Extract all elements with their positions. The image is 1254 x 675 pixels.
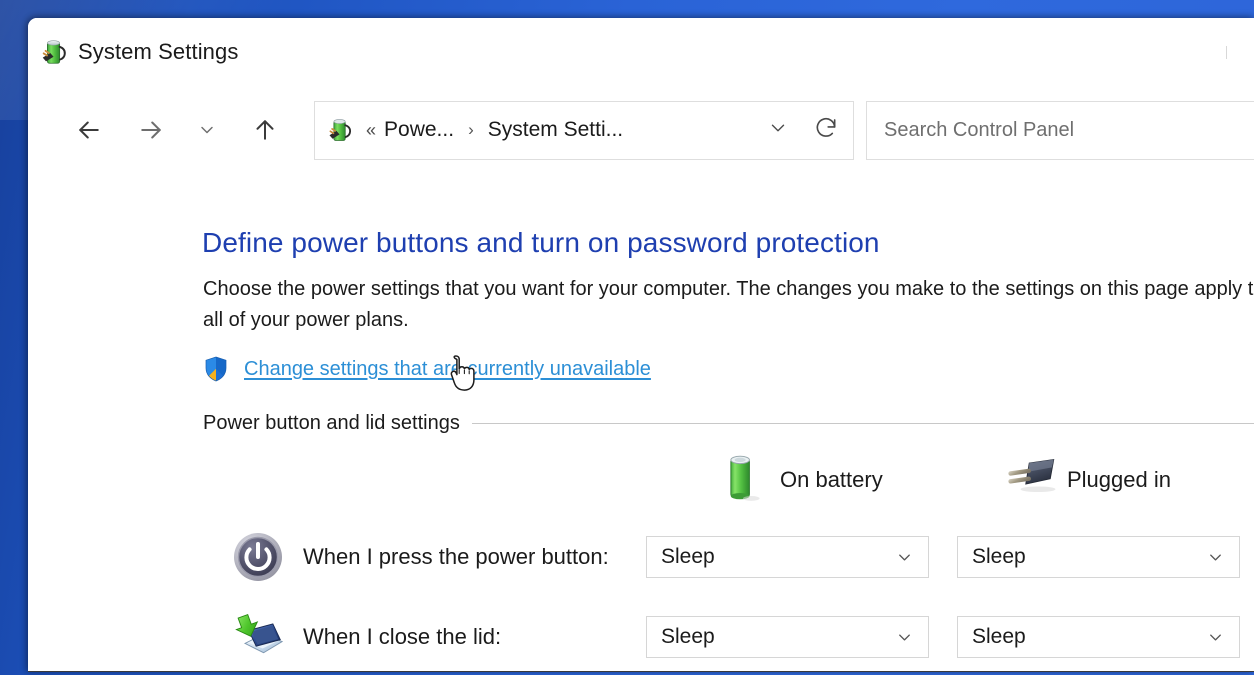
dropdown-value: Sleep (972, 545, 1026, 569)
close-lid-on-battery-dropdown[interactable]: Sleep (646, 616, 929, 658)
uac-shield-icon (203, 356, 229, 382)
dropdown-value: Sleep (661, 625, 715, 649)
dropdown-value: Sleep (972, 625, 1026, 649)
page-description: Choose the power settings that you want … (203, 274, 1254, 336)
chevron-down-icon (895, 548, 914, 567)
battery-plug-icon (39, 37, 69, 67)
setting-row-close-lid: When I close the lid: Sleep Sleep (28, 606, 1254, 668)
power-plug-icon (1003, 452, 1059, 508)
back-button[interactable] (68, 109, 110, 151)
section-label: Power button and lid settings (203, 412, 460, 435)
power-button-icon (232, 531, 284, 583)
battery-icon (716, 452, 772, 508)
search-input[interactable] (882, 118, 1254, 143)
up-button[interactable] (244, 109, 286, 151)
close-lid-plugged-in-dropdown[interactable]: Sleep (957, 616, 1240, 658)
column-label-plugged-in: Plugged in (1067, 467, 1171, 493)
address-bar[interactable]: « Powe... › System Setti... (314, 101, 854, 160)
arrow-left-icon (74, 115, 104, 145)
battery-plug-icon (326, 116, 354, 144)
system-settings-window: System Settings (28, 18, 1254, 672)
setting-label-close-lid: When I close the lid: (303, 624, 501, 650)
section-divider (472, 423, 1254, 424)
column-header-plugged-in: Plugged in (1003, 452, 1171, 508)
breadcrumb-item-system-settings[interactable]: System Setti... (488, 118, 623, 142)
refresh-icon (813, 115, 839, 146)
dropdown-value: Sleep (661, 545, 715, 569)
change-settings-link-row[interactable]: Change settings that are currently unava… (203, 356, 651, 382)
chevron-down-icon (1206, 548, 1225, 567)
recent-locations-button[interactable] (192, 109, 222, 151)
arrow-up-icon (250, 115, 280, 145)
laptop-lid-icon (232, 611, 284, 663)
power-button-lid-section-header: Power button and lid settings (203, 412, 1254, 435)
breadcrumb-overflow-icon[interactable]: « (366, 120, 376, 141)
breadcrumb-separator: › (468, 120, 474, 140)
setting-row-power-button: When I press the power button: Sleep Sle… (28, 526, 1254, 588)
window-controls-edge (1226, 46, 1227, 59)
breadcrumb-item-power[interactable]: Powe... (384, 118, 454, 142)
chevron-down-icon (1206, 628, 1225, 647)
forward-button[interactable] (130, 109, 172, 151)
navigation-bar: « Powe... › System Setti... (28, 86, 1254, 174)
chevron-down-icon (197, 120, 217, 140)
page-title: Define power buttons and turn on passwor… (202, 227, 880, 259)
power-button-on-battery-dropdown[interactable]: Sleep (646, 536, 929, 578)
setting-label-power-button: When I press the power button: (303, 544, 609, 570)
chevron-down-icon (767, 117, 789, 144)
change-settings-link[interactable]: Change settings that are currently unava… (244, 358, 651, 381)
column-label-on-battery: On battery (780, 467, 883, 493)
window-title: System Settings (78, 39, 238, 65)
window-title-bar: System Settings (28, 18, 1254, 86)
column-headers: On battery (28, 452, 1254, 516)
address-dropdown-button[interactable] (755, 107, 801, 153)
column-header-on-battery: On battery (716, 452, 883, 508)
refresh-button[interactable] (801, 104, 851, 156)
search-control-panel-box[interactable] (866, 101, 1254, 160)
chevron-down-icon (895, 628, 914, 647)
content-area: Define power buttons and turn on passwor… (28, 174, 1254, 672)
power-button-plugged-in-dropdown[interactable]: Sleep (957, 536, 1240, 578)
arrow-right-icon (136, 115, 166, 145)
